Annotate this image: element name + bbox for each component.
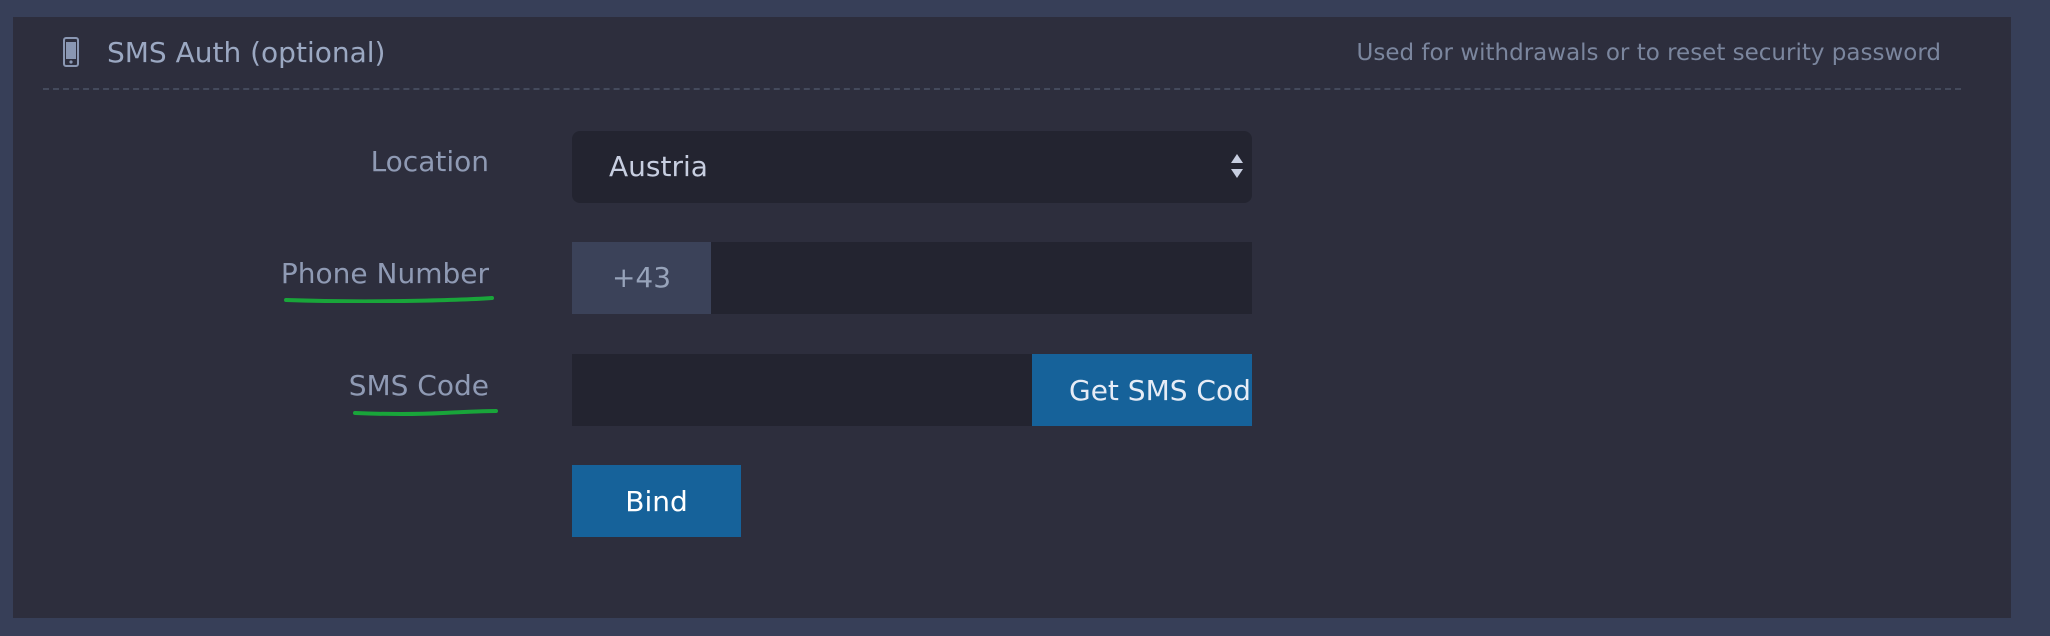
sms-code-label: SMS Code — [348, 369, 489, 402]
sms-code-underline — [353, 409, 498, 416]
phone-number-group: +43 — [572, 242, 1252, 314]
section-title: SMS Auth (optional) — [107, 36, 386, 69]
bind-button[interactable]: Bind — [572, 465, 741, 537]
phone-number-input[interactable] — [711, 242, 1252, 314]
select-arrows-icon — [1231, 154, 1243, 178]
sms-code-input[interactable] — [572, 354, 1032, 426]
phone-number-label: Phone Number — [280, 257, 489, 290]
location-value: Austria — [609, 150, 708, 183]
location-select[interactable]: Austria — [572, 131, 1252, 203]
phone-number-underline — [284, 296, 494, 303]
section-note: Used for withdrawals or to reset securit… — [1356, 40, 1942, 66]
sms-auth-panel: SMS Auth (optional) Used for withdrawals… — [13, 17, 2011, 618]
sms-code-group: Get SMS Code — [572, 354, 1252, 426]
section-header: SMS Auth (optional) Used for withdrawals… — [43, 17, 1961, 90]
get-sms-code-button[interactable]: Get SMS Code — [1032, 354, 1252, 426]
location-label: Location — [370, 145, 489, 178]
phone-icon — [63, 37, 79, 67]
phone-prefix: +43 — [572, 242, 711, 314]
